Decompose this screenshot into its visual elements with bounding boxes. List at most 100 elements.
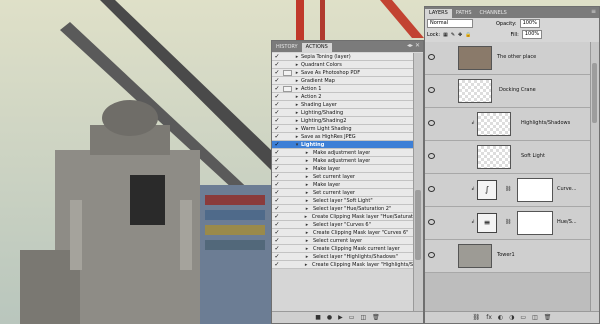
expand-right-icon[interactable]: ▸: [293, 102, 301, 108]
expand-right-icon[interactable]: ▸: [293, 110, 301, 116]
action-command-row[interactable]: ✓ ▸ Create Clipping Mask layer "Highlights…: [272, 261, 415, 269]
dialog-toggle-icon[interactable]: [283, 118, 292, 124]
toggle-item-checkbox[interactable]: ✓: [272, 165, 282, 172]
tab-channels[interactable]: CHANNELS: [476, 9, 511, 18]
dialog-toggle-icon[interactable]: [283, 134, 292, 140]
chain-icon[interactable]: ⛓: [505, 219, 511, 225]
dialog-toggle-icon[interactable]: [283, 254, 292, 260]
expand-right-icon[interactable]: ▸: [303, 238, 311, 244]
expand-right-icon[interactable]: ▸: [303, 174, 311, 180]
layer-mask[interactable]: [517, 178, 553, 202]
dialog-toggle-icon[interactable]: [283, 262, 292, 268]
toggle-item-checkbox[interactable]: ✓: [272, 141, 282, 148]
dialog-toggle-icon[interactable]: [283, 174, 292, 180]
toggle-item-checkbox[interactable]: ✓: [272, 189, 282, 196]
toggle-item-checkbox[interactable]: ✓: [272, 101, 282, 108]
expand-right-icon[interactable]: ▸: [293, 62, 301, 68]
dialog-toggle-icon[interactable]: [283, 150, 292, 156]
play-icon[interactable]: ▶: [338, 314, 343, 321]
toggle-item-checkbox[interactable]: ✓: [272, 197, 282, 204]
new-layer-icon[interactable]: ◫: [532, 314, 538, 321]
action-command-row[interactable]: ✓ ▸ Create Clipping Mask layer "Hue/Satura…: [272, 213, 415, 221]
eye-icon[interactable]: [428, 186, 435, 192]
dialog-toggle-icon[interactable]: [283, 230, 292, 236]
toggle-item-checkbox[interactable]: ✓: [272, 69, 282, 76]
dialog-toggle-icon[interactable]: [283, 158, 292, 164]
action-command-row[interactable]: ✓ ▸ Create Clipping Mask current layer: [272, 245, 415, 253]
lock-all-icon[interactable]: 🔒: [465, 32, 471, 38]
expand-right-icon[interactable]: ▸: [293, 134, 301, 140]
layer-row[interactable]: Soft Light: [425, 141, 593, 174]
action-command-row[interactable]: ✓ ▸ Select layer "Curves 6": [272, 221, 415, 229]
dialog-toggle-icon[interactable]: [283, 126, 292, 132]
action-row[interactable]: ✓ ▸ Quadrant Colors: [272, 61, 415, 69]
expand-down-icon[interactable]: ▾: [293, 142, 301, 148]
link-layers-icon[interactable]: ⛓: [473, 314, 481, 321]
eye-icon[interactable]: [428, 252, 435, 258]
new-group-icon[interactable]: ▭: [520, 314, 526, 321]
lock-move-icon[interactable]: ✥: [458, 32, 462, 38]
action-command-row[interactable]: ✓ ▸ Set current layer: [272, 189, 415, 197]
panel-menu-icon[interactable]: ≡: [591, 8, 596, 15]
toggle-item-checkbox[interactable]: ✓: [272, 237, 282, 244]
blend-mode-select[interactable]: Normal: [427, 19, 473, 28]
dialog-toggle-icon[interactable]: [283, 102, 292, 108]
layer-name[interactable]: Hue/S...: [557, 219, 577, 225]
expand-right-icon[interactable]: ▸: [303, 198, 311, 204]
lock-transparency-icon[interactable]: ▦: [443, 32, 448, 38]
dialog-toggle-icon[interactable]: [283, 190, 292, 196]
action-command-row[interactable]: ✓ ▸ Create Clipping Mask layer "Curves 6": [272, 229, 415, 237]
expand-right-icon[interactable]: ▸: [302, 214, 310, 220]
toggle-item-checkbox[interactable]: ✓: [272, 61, 282, 68]
toggle-item-checkbox[interactable]: ✓: [272, 229, 282, 236]
trash-icon[interactable]: 🗑: [544, 314, 552, 321]
layers-scroll-thumb[interactable]: [592, 63, 597, 123]
dialog-toggle-icon[interactable]: [283, 62, 292, 68]
dialog-toggle-icon[interactable]: [283, 198, 292, 204]
action-row[interactable]: ✓ ▸ Sepia Toning (layer): [272, 53, 415, 61]
layer-name[interactable]: Tower1: [497, 252, 515, 258]
tab-paths[interactable]: PATHS: [452, 9, 476, 18]
eye-icon[interactable]: [428, 120, 435, 126]
lock-paint-icon[interactable]: ✎: [451, 32, 455, 38]
expand-right-icon[interactable]: ▸: [293, 70, 301, 76]
action-row[interactable]: ✓ ▸ Warm Light Shading: [272, 125, 415, 133]
toggle-item-checkbox[interactable]: ✓: [272, 149, 282, 156]
layer-row[interactable]: The other place: [425, 42, 593, 75]
tab-history[interactable]: HISTORY: [272, 43, 302, 52]
expand-right-icon[interactable]: ▸: [293, 78, 301, 84]
dialog-toggle-icon[interactable]: [283, 94, 292, 100]
toggle-item-checkbox[interactable]: ✓: [272, 125, 282, 132]
expand-right-icon[interactable]: ▸: [303, 182, 311, 188]
action-command-row[interactable]: ✓ ▸ Make adjustment layer: [272, 157, 415, 165]
dialog-toggle-icon[interactable]: [283, 142, 292, 148]
action-command-row[interactable]: ✓ ▸ Select layer "Highlights/Shadows": [272, 253, 415, 261]
dialog-toggle-icon[interactable]: [283, 246, 292, 252]
layer-row[interactable]: ↲ Highlights/Shadows: [425, 108, 593, 141]
layer-name[interactable]: Docking Crane: [499, 87, 536, 93]
dialog-toggle-icon[interactable]: [283, 110, 292, 116]
stop-icon[interactable]: ■: [315, 314, 321, 321]
expand-right-icon[interactable]: ▸: [293, 54, 301, 60]
toggle-item-checkbox[interactable]: ✓: [272, 253, 282, 260]
new-action-icon[interactable]: ◫: [360, 314, 366, 321]
adjustment-layer-icon[interactable]: ◑: [509, 314, 514, 321]
dialog-toggle-icon[interactable]: [283, 238, 292, 244]
action-command-row[interactable]: ✓ ▸ Make layer: [272, 181, 415, 189]
eye-icon[interactable]: [428, 87, 435, 93]
dialog-toggle-icon[interactable]: [283, 166, 292, 172]
expand-right-icon[interactable]: ▸: [303, 150, 311, 156]
trash-icon[interactable]: 🗑: [372, 314, 380, 321]
toggle-item-checkbox[interactable]: ✓: [272, 133, 282, 140]
expand-right-icon[interactable]: ▸: [303, 246, 311, 252]
layer-row[interactable]: ↲ ∫ ⛓ Curve...: [425, 174, 593, 207]
toggle-item-checkbox[interactable]: ✓: [272, 173, 282, 180]
expand-right-icon[interactable]: ▸: [302, 262, 310, 268]
expand-right-icon[interactable]: ▸: [293, 126, 301, 132]
expand-right-icon[interactable]: ▸: [293, 86, 301, 92]
expand-right-icon[interactable]: ▸: [303, 166, 311, 172]
toggle-item-checkbox[interactable]: ✓: [272, 205, 282, 212]
chain-icon[interactable]: ⛓: [505, 186, 511, 192]
layer-mask[interactable]: [517, 211, 553, 235]
action-row[interactable]: ✓ ▸ Action 1: [272, 85, 415, 93]
